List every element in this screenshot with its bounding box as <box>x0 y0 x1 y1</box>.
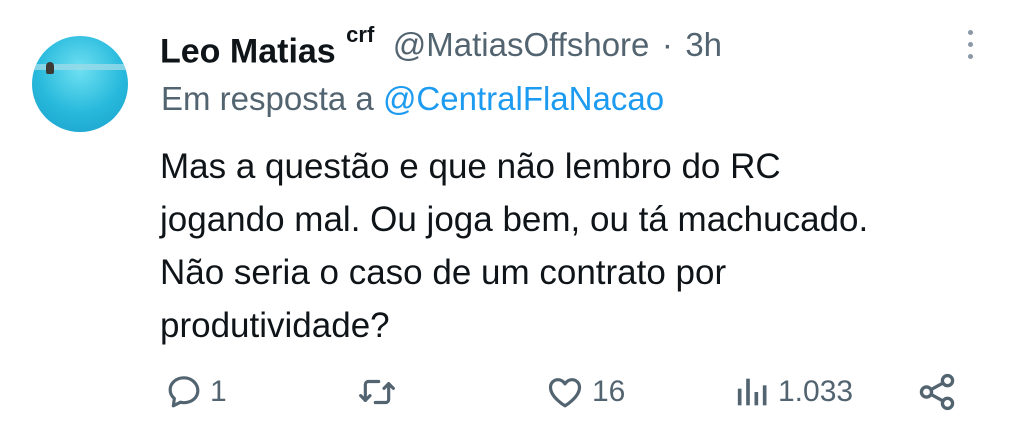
separator-dot: · <box>661 26 673 63</box>
views-bar-chart-icon <box>737 378 767 406</box>
tweet-header: Leo Matias crf @MatiasOffshore · 3h <box>160 22 722 70</box>
tweet-text-line: Não seria o caso de um contrato por <box>160 253 727 292</box>
tweet-text-line: produtividade? <box>160 306 390 345</box>
tweet-text: Mas a questão e que não lembro do RC jog… <box>160 140 980 352</box>
tweet-text-line: Mas a questão e que não lembro do RC <box>160 147 781 186</box>
reply-prefix: Em resposta a <box>161 80 374 117</box>
like-button[interactable]: 16 <box>544 364 625 420</box>
more-options-icon[interactable] <box>962 30 978 66</box>
avatar[interactable] <box>32 36 128 132</box>
retweet-button[interactable] <box>356 364 404 420</box>
reply-mention-link[interactable]: @CentralFlaNacao <box>383 80 664 117</box>
user-handle[interactable]: @MatiasOffshore <box>393 26 650 63</box>
reply-bubble-icon <box>168 376 200 408</box>
name-badge: crf <box>346 22 375 47</box>
heart-icon <box>548 378 582 408</box>
reply-context: Em resposta a @CentralFlaNacao <box>161 80 664 118</box>
reply-button[interactable]: 1 <box>164 364 227 420</box>
share-button[interactable] <box>916 364 958 420</box>
timestamp[interactable]: 3h <box>685 26 722 63</box>
share-icon <box>919 373 955 411</box>
reply-count: 1 <box>210 375 227 408</box>
tweet[interactable]: Leo Matias crf @MatiasOffshore · 3h Em r… <box>0 0 1024 447</box>
display-name[interactable]: Leo Matias <box>160 32 336 70</box>
tweet-text-line: jogando mal. Ou joga bem, ou tá machucad… <box>160 200 869 239</box>
views-button[interactable]: 1.033 <box>732 364 853 420</box>
views-count: 1.033 <box>778 375 854 408</box>
avatar-person <box>46 62 54 74</box>
retweet-icon <box>359 379 395 405</box>
like-count: 16 <box>592 375 626 408</box>
action-bar: 1 16 1.033 <box>0 364 1024 420</box>
